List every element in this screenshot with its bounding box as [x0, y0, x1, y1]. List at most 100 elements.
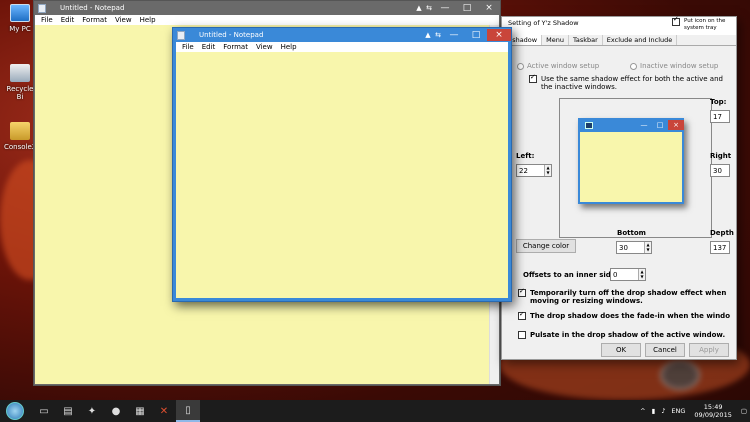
top-label: Top: — [710, 98, 727, 106]
recycle-bin-icon — [10, 64, 30, 82]
radio-active-window-setup[interactable]: Active window setup — [517, 62, 599, 70]
checkbox-icon[interactable] — [518, 331, 526, 339]
shadow-pin-icon[interactable]: ▲ — [423, 30, 433, 40]
top-spinner[interactable]: 17 — [710, 110, 730, 123]
task-view-icon[interactable]: ▭ — [32, 400, 56, 422]
right-value: 30 — [713, 166, 722, 175]
file-explorer-icon[interactable]: ▤ — [56, 400, 80, 422]
checkbox-icon[interactable] — [518, 287, 526, 297]
menu-format[interactable]: Format — [82, 16, 107, 24]
browser-icon[interactable]: ● — [104, 400, 128, 422]
menu-edit[interactable]: Edit — [202, 43, 216, 51]
desktop-icon-label: Recycle Bi — [6, 85, 34, 101]
notepad-taskbar-icon[interactable]: ▯ — [176, 400, 200, 422]
language-indicator[interactable]: ENG — [671, 407, 685, 415]
temp-off-checkbox[interactable]: Temporarily turn off the drop shadow eff… — [518, 287, 730, 305]
shadow-options-icon[interactable]: ⇆ — [433, 30, 443, 40]
tray-checkbox[interactable]: Put icon on the system tray — [672, 16, 728, 32]
notifications-icon[interactable]: ▢ — [741, 407, 747, 415]
network-icon[interactable]: ▮ — [652, 407, 656, 415]
close-button[interactable]: × — [478, 2, 500, 14]
shadow-pin-icon[interactable]: ▲ — [414, 3, 424, 13]
minimize-button[interactable]: — — [443, 29, 465, 41]
tray-checkbox-label: Put icon on the system tray — [684, 18, 726, 31]
maximize-button[interactable]: □ — [456, 2, 478, 14]
menu-file[interactable]: File — [182, 43, 194, 51]
offsets-value: 0 — [613, 270, 618, 279]
menu-help[interactable]: Help — [140, 16, 156, 24]
checkbox-icon[interactable] — [672, 16, 680, 26]
menu-edit[interactable]: Edit — [61, 16, 75, 24]
same-effect-checkbox[interactable]: Use the same shadow effect for both the … — [529, 73, 725, 91]
volume-icon[interactable]: ♪ — [661, 407, 665, 415]
tab-strip: p shadow Menu Taskbar Exclude and Includ… — [502, 35, 736, 46]
media-icon[interactable]: ▦ — [128, 400, 152, 422]
change-color-button[interactable]: Change color — [516, 239, 576, 253]
spinner-arrows-icon[interactable]: ▲ ▼ — [638, 269, 645, 280]
folder-icon — [10, 122, 30, 140]
title-bar[interactable]: Untitled - Notepad ▲ ⇆ — □ × — [34, 1, 500, 15]
bottom-label: Bottom — [617, 229, 646, 237]
pulsate-checkbox[interactable]: Pulsate in the drop shadow of the active… — [518, 331, 730, 340]
radio-label: Inactive window setup — [640, 62, 719, 70]
radio-icon — [517, 62, 524, 70]
depth-value: 137 — [713, 243, 727, 252]
notepad-icon — [38, 3, 46, 13]
tab-menu[interactable]: Menu — [542, 35, 569, 45]
menu-view[interactable]: View — [115, 16, 132, 24]
desktop-icon-recycle-bin[interactable]: Recycle Bi — [4, 64, 36, 101]
desktop-icon-my-pc[interactable]: My PC — [4, 4, 36, 33]
menu-format[interactable]: Format — [223, 43, 248, 51]
clock[interactable]: 15:49 09/09/2015 — [694, 403, 731, 419]
cancel-button[interactable]: Cancel — [645, 343, 685, 357]
same-effect-label: Use the same shadow effect for both the … — [541, 75, 723, 91]
depth-label: Depth — [710, 229, 734, 237]
depth-spinner[interactable]: 137 — [710, 241, 730, 254]
xampp-icon[interactable]: ✕ — [152, 400, 176, 422]
maximize-icon: □ — [656, 121, 664, 129]
apply-button[interactable]: Apply — [689, 343, 729, 357]
ok-button[interactable]: OK — [601, 343, 641, 357]
shadow-options-icon[interactable]: ⇆ — [424, 3, 434, 13]
menu-view[interactable]: View — [256, 43, 273, 51]
left-value: 22 — [519, 166, 528, 175]
pulsate-label: Pulsate in the drop shadow of the active… — [530, 331, 726, 339]
text-area[interactable] — [176, 52, 508, 298]
fade-in-label: The drop shadow does the fade-in when th… — [530, 312, 730, 320]
offsets-spinner[interactable]: 0 ▲ ▼ — [610, 268, 646, 281]
maximize-button[interactable]: □ — [465, 29, 487, 41]
left-spinner[interactable]: 22 ▲ ▼ — [516, 164, 552, 177]
close-button[interactable]: × — [487, 29, 511, 41]
checkbox-icon[interactable] — [518, 312, 526, 320]
title-bar[interactable]: Untitled - Notepad ▲ ⇆ — □ × — [173, 28, 511, 42]
computer-icon — [10, 4, 30, 22]
notepad-icon — [177, 30, 185, 40]
temp-off-label: Temporarily turn off the drop shadow eff… — [530, 289, 727, 305]
notepad-window-front[interactable]: Untitled - Notepad ▲ ⇆ — □ × File Edit F… — [172, 27, 512, 302]
desktop-icon-console2[interactable]: Console2 — [4, 122, 36, 151]
minimize-button[interactable]: — — [434, 2, 456, 14]
tab-exclude-include[interactable]: Exclude and Include — [603, 35, 678, 45]
fade-in-checkbox[interactable]: The drop shadow does the fade-in when th… — [518, 312, 730, 320]
top-value: 17 — [713, 112, 722, 121]
app-icon[interactable]: ✦ — [80, 400, 104, 422]
radio-inactive-window-setup[interactable]: Inactive window setup — [630, 62, 718, 70]
spinner-arrows-icon[interactable]: ▲ ▼ — [544, 165, 551, 176]
preview-window: — □ × — [578, 118, 684, 204]
desktop-icon-label: My PC — [9, 25, 31, 33]
window-controls: ▲ ⇆ — □ × — [414, 2, 500, 14]
start-button[interactable] — [6, 402, 24, 420]
desktop-icon-label: Console2 — [4, 143, 37, 151]
right-spinner[interactable]: 30 — [710, 164, 730, 177]
offsets-label: Offsets to an inner side: — [523, 271, 619, 279]
chevron-up-icon[interactable]: ^ — [640, 407, 645, 415]
bottom-spinner[interactable]: 30 ▲ ▼ — [616, 241, 652, 254]
left-label: Left: — [516, 152, 535, 160]
spinner-arrows-icon[interactable]: ▲ ▼ — [644, 242, 651, 253]
tab-taskbar[interactable]: Taskbar — [569, 35, 603, 45]
menu-help[interactable]: Help — [281, 43, 297, 51]
taskbar: ▭ ▤ ✦ ● ▦ ✕ ▯ ^ ▮ ♪ ENG 15:49 09/09/2015… — [0, 400, 750, 422]
menu-file[interactable]: File — [41, 16, 53, 24]
clock-time: 15:49 — [703, 403, 723, 411]
checkbox-icon[interactable] — [529, 73, 537, 83]
